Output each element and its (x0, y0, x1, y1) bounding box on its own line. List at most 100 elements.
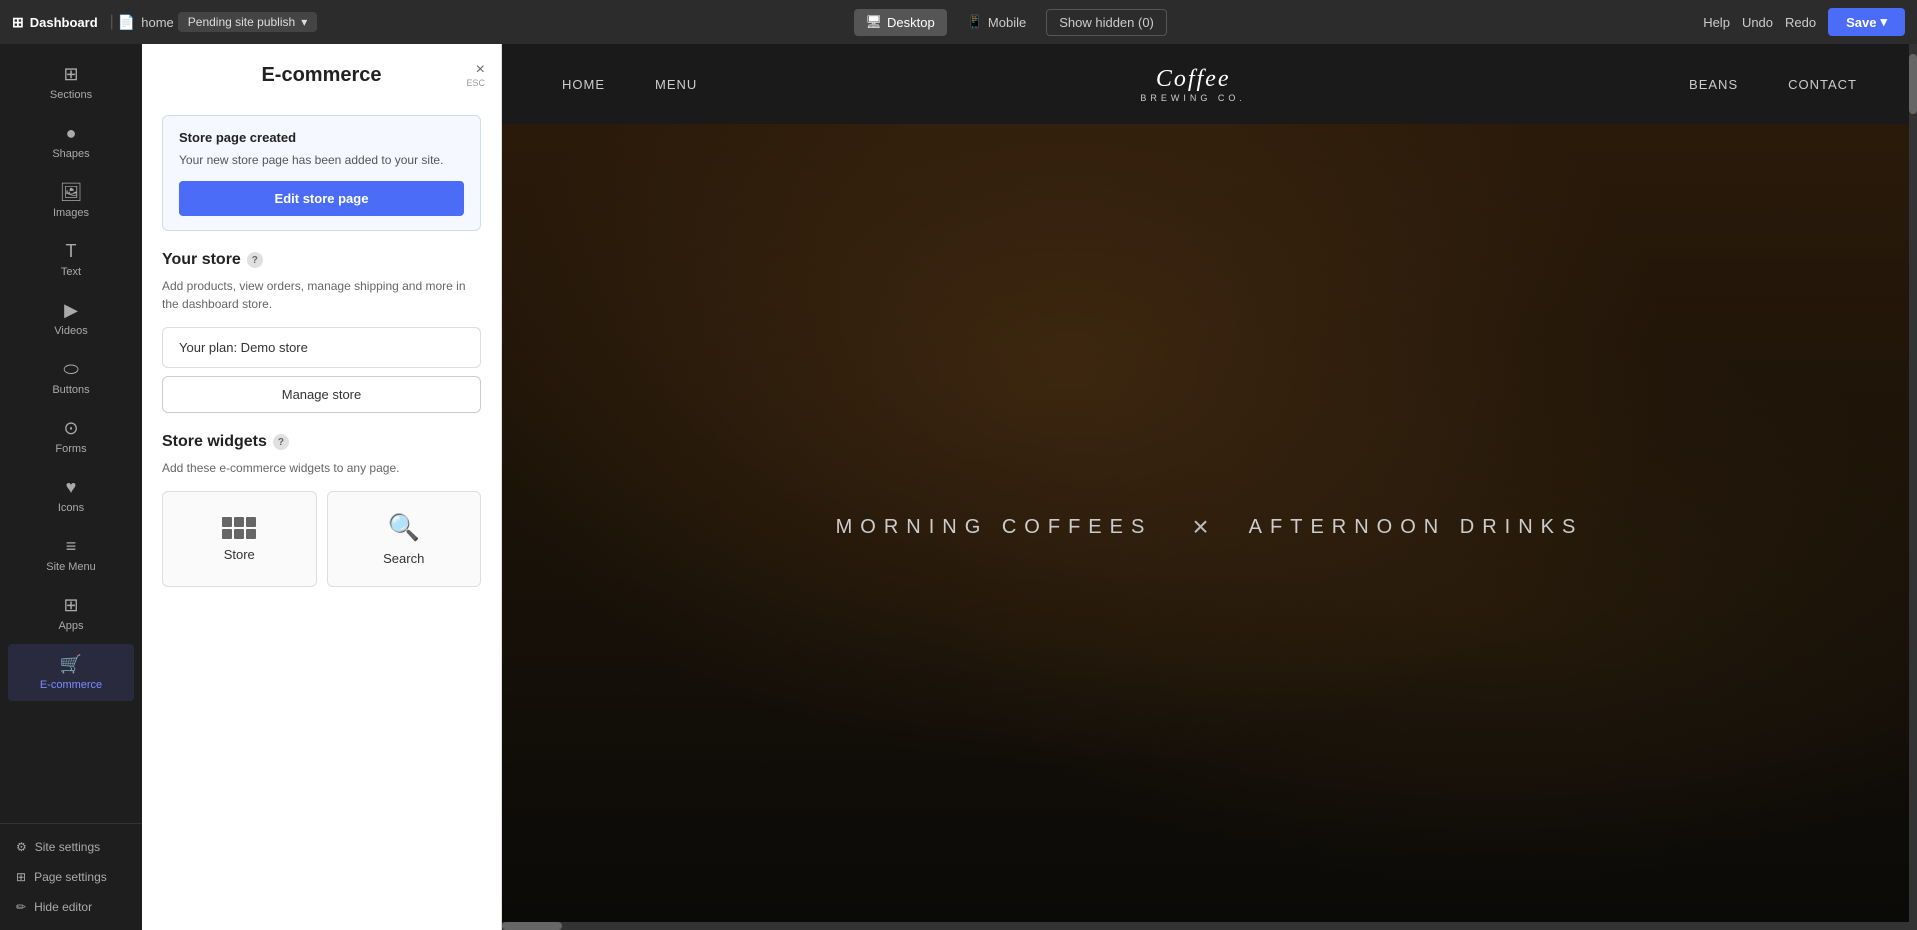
sidebar-item-label: Forms (55, 443, 86, 455)
images-icon: 🖼 (60, 182, 83, 203)
search-icon: 🔍 (388, 512, 420, 543)
preview-inner: HOME MENU Coffee BREWING CO. BEANS CONTA… (502, 44, 1917, 930)
store-widget-card[interactable]: Store (162, 491, 317, 587)
site-settings-icon: ⚙ (16, 840, 27, 854)
your-store-title: Your store (162, 251, 241, 269)
your-store-desc: Add products, view orders, manage shippi… (162, 277, 481, 313)
topbar-right: Help Undo Redo Save ▾ (1703, 8, 1905, 36)
your-store-header: Your store ? (162, 251, 481, 269)
preview-scrollbar-horizontal[interactable] (502, 922, 1909, 930)
mobile-label: Mobile (988, 15, 1026, 30)
sidebar-item-label: Apps (58, 620, 83, 632)
sidebar-item-shapes[interactable]: ● Shapes (8, 113, 134, 170)
sidebar: ⊞ Sections ● Shapes 🖼 Images T Text ▶ Vi… (0, 44, 142, 930)
ecommerce-panel: E-commerce × ESC Store page created Your… (142, 44, 502, 930)
store-widget-label: Store (224, 547, 255, 562)
pending-chevron-icon: ▾ (301, 15, 307, 29)
search-widget-label: Search (383, 551, 424, 566)
desktop-icon: 🖥 (866, 14, 883, 30)
sidebar-bottom-label: Site settings (35, 840, 100, 854)
panel-close-button[interactable]: × (476, 62, 485, 78)
nav-menu[interactable]: MENU (655, 77, 697, 92)
main-layout: ⊞ Sections ● Shapes 🖼 Images T Text ▶ Vi… (0, 44, 1917, 930)
dashboard-link[interactable]: ⊞ Dashboard (12, 14, 106, 31)
topbar-sep: | (110, 13, 114, 31)
panel-title: E-commerce (261, 64, 381, 87)
dashboard-label: Dashboard (30, 15, 98, 30)
undo-button[interactable]: Undo (1742, 15, 1773, 30)
sidebar-item-label: E-commerce (40, 679, 102, 691)
widgets-help-button[interactable]: ? (273, 434, 289, 450)
site-preview: HOME MENU Coffee BREWING CO. BEANS CONTA… (502, 44, 1917, 930)
sidebar-item-e-commerce[interactable]: 🛒 E-commerce (8, 644, 134, 701)
device-switcher: 🖥 Desktop 📱 Mobile Show hidden (0) (325, 9, 1695, 36)
help-button[interactable]: Help (1703, 15, 1730, 30)
sidebar-bottom-page-settings[interactable]: ⊞ Page settings (0, 862, 142, 892)
mobile-button[interactable]: 📱 Mobile (955, 9, 1038, 36)
nav-beans[interactable]: BEANS (1689, 77, 1738, 92)
buttons-icon: ⬭ (63, 359, 78, 380)
sidebar-bottom-site-settings[interactable]: ⚙ Site settings (0, 832, 142, 862)
hero-separator: × (1192, 511, 1208, 543)
save-button[interactable]: Save ▾ (1828, 8, 1905, 36)
sidebar-item-sections[interactable]: ⊞ Sections (8, 54, 134, 111)
topbar: ⊞ Dashboard | 📄 home Pending site publis… (0, 0, 1917, 44)
desktop-button[interactable]: 🖥 Desktop (854, 9, 947, 36)
forms-icon: ⊙ (63, 418, 78, 439)
your-store-help-button[interactable]: ? (247, 252, 263, 268)
sidebar-bottom-label: Page settings (34, 870, 107, 884)
show-hidden-button[interactable]: Show hidden (0) (1046, 9, 1167, 36)
sidebar-item-label: Text (61, 266, 81, 278)
nav-links-left: HOME MENU (562, 77, 697, 92)
logo-sub: BREWING CO. (1140, 93, 1246, 103)
shapes-icon: ● (66, 123, 77, 144)
store-grid-icon (222, 517, 256, 539)
videos-icon: ▶ (64, 300, 78, 321)
panel-header: E-commerce × ESC (142, 44, 501, 103)
logo-text: Coffee (1140, 66, 1246, 93)
sidebar-item-icons[interactable]: ♥ Icons (8, 467, 134, 524)
hero-content: MORNING COFFEES × AFTERNOON DRINKS (502, 511, 1917, 543)
sidebar-items: ⊞ Sections ● Shapes 🖼 Images T Text ▶ Vi… (0, 44, 142, 823)
site-nav: HOME MENU Coffee BREWING CO. BEANS CONTA… (502, 44, 1917, 124)
apps-icon: ⊞ (63, 595, 78, 616)
sidebar-item-text[interactable]: T Text (8, 231, 134, 288)
dashboard-icon: ⊞ (12, 14, 24, 31)
pending-publish-badge[interactable]: Pending site publish ▾ (178, 12, 317, 32)
sidebar-item-label: Buttons (52, 384, 89, 396)
nav-home[interactable]: HOME (562, 77, 605, 92)
save-chevron-icon: ▾ (1880, 14, 1887, 30)
search-widget-card[interactable]: 🔍 Search (327, 491, 482, 587)
manage-store-button[interactable]: Manage store (162, 376, 481, 413)
sidebar-item-apps[interactable]: ⊞ Apps (8, 585, 134, 642)
preview-scrollbar-vertical[interactable] (1909, 44, 1917, 930)
sidebar-item-images[interactable]: 🖼 Images (8, 172, 134, 229)
hero-text-right: AFTERNOON DRINKS (1249, 516, 1584, 539)
sidebar-bottom: ⚙ Site settings ⊞ Page settings ✏ Hide e… (0, 823, 142, 930)
page-settings-icon: ⊞ (16, 870, 26, 884)
pending-label: Pending site publish (188, 15, 295, 29)
e-commerce-icon: 🛒 (60, 654, 82, 675)
plan-box: Your plan: Demo store (162, 327, 481, 368)
sidebar-item-forms[interactable]: ⊙ Forms (8, 408, 134, 465)
sidebar-item-label: Site Menu (46, 561, 96, 573)
text-icon: T (66, 241, 77, 262)
sidebar-item-buttons[interactable]: ⬭ Buttons (8, 349, 134, 406)
sidebar-item-site-menu[interactable]: ≡ Site Menu (8, 526, 134, 583)
widgets-header: Store widgets ? (162, 433, 481, 451)
sidebar-item-label: Icons (58, 502, 84, 514)
edit-store-page-button[interactable]: Edit store page (179, 181, 464, 216)
site-logo: Coffee BREWING CO. (1140, 66, 1246, 103)
desktop-label: Desktop (887, 15, 935, 30)
sidebar-item-label: Sections (50, 89, 92, 101)
sidebar-item-label: Shapes (52, 148, 89, 160)
nav-links-right: BEANS CONTACT (1689, 77, 1857, 92)
sidebar-item-videos[interactable]: ▶ Videos (8, 290, 134, 347)
topbar-left: ⊞ Dashboard | 📄 home Pending site publis… (12, 12, 317, 32)
mobile-icon: 📱 (967, 14, 983, 30)
sidebar-bottom-hide-editor[interactable]: ✏ Hide editor (0, 892, 142, 922)
store-page-created-box: Store page created Your new store page h… (162, 115, 481, 231)
nav-contact[interactable]: CONTACT (1788, 77, 1857, 92)
redo-button[interactable]: Redo (1785, 15, 1816, 30)
hero-section: MORNING COFFEES × AFTERNOON DRINKS (502, 124, 1917, 930)
